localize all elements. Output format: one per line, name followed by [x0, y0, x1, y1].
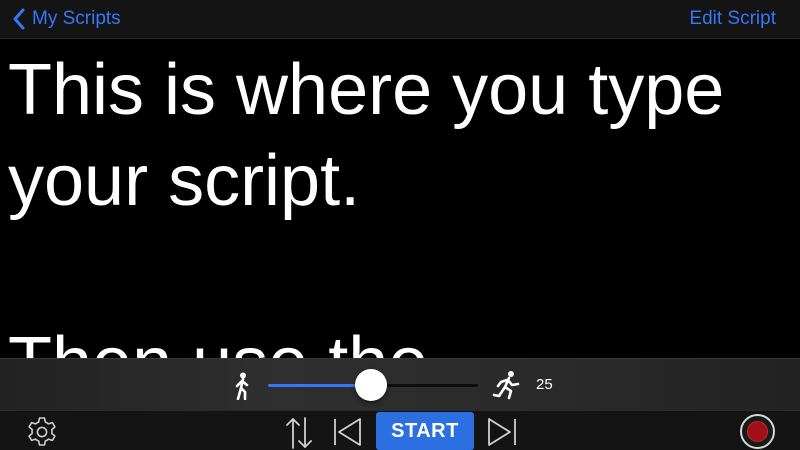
bottom-toolbar: START [0, 410, 800, 450]
speed-value: 25 [536, 376, 553, 393]
run-fast-icon [492, 371, 520, 400]
swap-arrows-icon[interactable] [282, 415, 316, 450]
record-button[interactable] [740, 414, 775, 449]
script-text: This is where you type your script. Then… [8, 50, 725, 358]
speed-slider-thumb[interactable] [354, 369, 387, 401]
skip-back-icon[interactable] [330, 417, 364, 447]
edit-script-button[interactable]: Edit Script [689, 8, 776, 30]
top-navigation-bar: My Scripts Edit Script [0, 0, 800, 39]
speed-control-panel: 25 [0, 358, 800, 410]
record-icon [747, 421, 768, 442]
my-scripts-back-button[interactable]: My Scripts [12, 8, 121, 30]
walk-slow-icon [235, 372, 249, 400]
teleprompter-app: My Scripts Edit Script This is where you… [0, 0, 800, 450]
back-button-label: My Scripts [32, 8, 121, 29]
start-button[interactable]: START [376, 412, 474, 450]
script-viewer[interactable]: This is where you type your script. Then… [0, 40, 800, 358]
skip-forward-icon[interactable] [486, 417, 520, 447]
chevron-left-icon [13, 8, 25, 30]
gear-icon[interactable] [25, 415, 59, 449]
speed-slider[interactable] [268, 369, 478, 401]
